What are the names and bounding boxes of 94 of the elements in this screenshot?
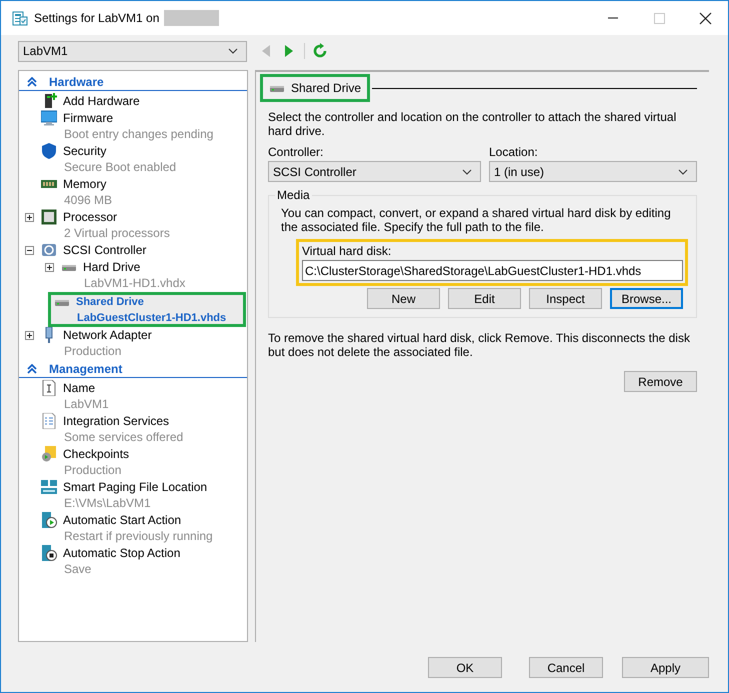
item-label: Network Adapter [63,327,152,343]
expand-toggle[interactable] [25,331,34,340]
collapse-toggle[interactable] [25,246,34,255]
sidebar-item[interactable]: Firmware Boot entry changes pending [19,110,247,143]
item-detail: Save [63,561,92,577]
plus-icon [25,331,34,340]
media-button[interactable]: New [367,288,440,309]
field-label: Location: [489,145,539,159]
item-label: SCSI Controller [63,242,146,258]
media-button[interactable]: Inspect [529,288,602,309]
location-dropdown[interactable]: 1 (in use) [489,161,697,182]
settings-icon [12,10,28,26]
sidebar-item[interactable]: Integration Services Some services offered [19,413,247,446]
sidebar-item[interactable]: Memory 4096 MB [19,176,247,209]
shield-icon [41,143,57,159]
processor-chip-icon [41,209,57,225]
plus-icon [25,213,34,222]
item-detail: E:\VMs\LabVM1 [63,495,152,511]
chevron-down-icon [228,48,238,54]
remove-button[interactable]: Remove [624,371,697,392]
item-label: Name [63,380,96,396]
monitor-icon [41,110,57,126]
item-label: Security [63,143,108,159]
group-label: Media [275,188,312,202]
item-label: Shared Drive [76,295,145,310]
item-label: Automatic Start Action [63,512,182,528]
close-icon [698,12,712,24]
section-header[interactable]: Hardware [19,73,247,91]
collapse-chevrons-icon [27,364,37,374]
document-icon [41,380,57,396]
item-detail: Production [63,462,122,478]
path-input[interactable]: C:\ClusterStorage\SharedStorage\LabGuestCluster1-HD1.vhds [302,260,683,281]
field-label: Controller: [268,145,324,159]
sidebar-item[interactable]: Automatic Stop Action Save [19,545,247,578]
checklist-icon [41,413,57,429]
sidebar-item[interactable]: Smart Paging File Location E:\VMs\LabVM1 [19,479,247,512]
section-header[interactable]: Management [19,360,247,378]
collapse-chevrons-icon [27,77,37,87]
media-description: You can compact, convert, or expand a shared virtual hard disk by editing the associated file. Specify the full path to the file. [281,206,672,234]
minus-icon [25,246,34,255]
expand-toggle[interactable] [25,213,34,222]
controller-icon [41,242,57,258]
panel-title: Shared Drive [260,74,370,102]
sidebar-item[interactable]: Processor 2 Virtual processors [19,209,247,242]
chevron-down-icon [462,168,472,174]
item-detail: Boot entry changes pending [63,126,214,142]
item-detail: Restart if previously running [63,528,213,544]
item-detail: Some services offered [63,429,184,445]
server-icon [41,479,57,495]
remove-note: To remove the shared virtual hard disk, click Remove. This disconnects the disk but does not delete the associated file. [268,331,691,359]
item-detail: 4096 MB [63,192,112,208]
dialog-button[interactable]: Apply [622,657,709,678]
plus-icon [45,263,54,272]
sidebar-item[interactable]: Name LabVM1 [19,380,247,413]
item-label: Firmware [63,110,114,126]
window-title: Settings for LabVM1 on [34,11,160,25]
field-label: Virtual hard disk: [302,244,392,258]
sidebar-item[interactable]: Network Adapter Production [19,327,247,360]
item-label: Hard Drive [83,259,142,275]
item-detail: 2 Virtual processors [63,225,170,241]
sidebar-item[interactable]: Hard Drive LabVM1-HD1.vhdx [19,259,247,292]
sidebar-item[interactable]: Shared Drive LabGuestCluster1-HD1.vhds [48,292,246,327]
item-label: Processor [63,209,118,225]
dialog-button[interactable]: Cancel [529,657,603,678]
controller-dropdown[interactable]: SCSI Controller [268,161,481,182]
vm-dropdown[interactable]: LabVM1 [18,40,247,62]
item-label: Integration Services [63,413,170,429]
item-label: Checkpoints [63,446,130,462]
refresh-icon [312,43,328,59]
server-stop-icon [41,545,57,561]
item-detail: Secure Boot enabled [63,159,176,175]
server-play-icon [41,512,57,528]
item-label: Add Hardware [63,93,140,109]
sidebar-item[interactable]: Automatic Start Action Restart if previously running [19,512,247,545]
sidebar-item[interactable]: Security Secure Boot enabled [19,143,247,176]
redaction-bar [164,10,220,26]
expand-toggle[interactable] [45,263,54,272]
item-detail: LabVM1-HD1.vhdx [83,275,186,291]
sidebar-item[interactable]: Add Hardware [19,93,247,110]
media-button[interactable]: Browse... [610,288,683,309]
item-label: Memory [63,176,108,192]
description-text: Select the controller and location on the controller to attach the shared virtual hard drive. [268,110,678,138]
media-button[interactable]: Edit [448,288,521,309]
item-detail: LabGuestCluster1-HD1.vhds [76,311,226,326]
sidebar-item[interactable]: Checkpoints Production [19,446,247,479]
sidebar-item[interactable]: SCSI Controller [19,242,247,259]
item-label: Smart Paging File Location [63,479,208,495]
folder-clock-icon [41,446,57,462]
item-detail: LabVM1 [63,396,109,412]
item-label: Automatic Stop Action [63,545,180,561]
dialog-button[interactable]: OK [428,657,502,678]
chevron-down-icon [678,168,688,174]
maximize-icon [652,12,666,24]
item-detail: Production [63,343,122,359]
